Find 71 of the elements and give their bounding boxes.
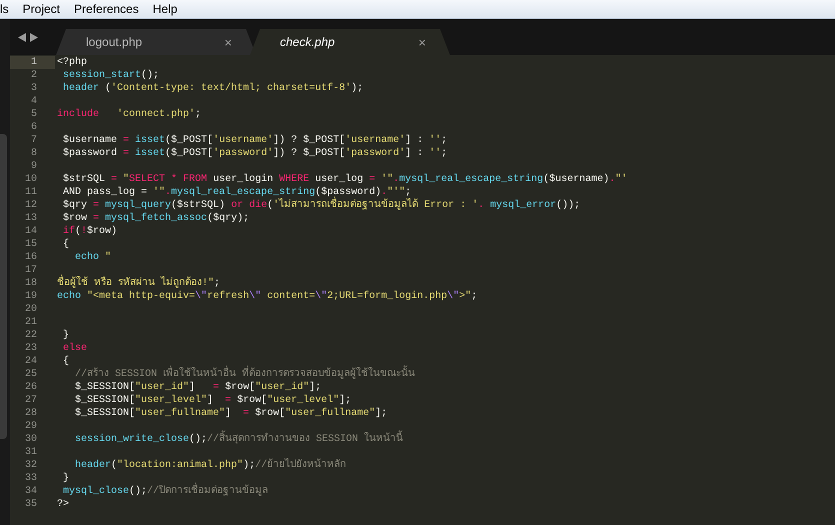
line-number: 30 [24, 433, 38, 446]
code-line: include 'connect.php'; [57, 108, 202, 121]
code-line: } [62, 472, 70, 485]
line-number: 17 [24, 264, 38, 277]
line-number: 26 [24, 381, 38, 394]
line-number: 5 [30, 108, 38, 121]
code-line: echo "<meta http-equiv=\"refresh\" content=\"2;URL=form_login.php\">"; [57, 290, 478, 303]
line-number: 12 [24, 199, 38, 212]
line-number: 27 [24, 394, 38, 407]
line-number: 3 [30, 82, 38, 95]
code-line: mysql_close();//ปิดการเชื่อมต่อฐานข้อมูล [57, 485, 268, 498]
code-line: $_SESSION["user_level"] = $row["user_level"]; [74, 394, 352, 407]
line-number: 6 [30, 121, 38, 134]
code-line: session_start(); [62, 69, 160, 82]
code-line: ?> [57, 498, 70, 511]
code-line: $strSQL = "SELECT * FROM user_login WHERE user_log = '".mysql_real_escape_string($username)."' [62, 173, 628, 186]
line-number: 2 [30, 69, 38, 82]
back-arrow-icon[interactable] [18, 32, 26, 42]
line-number: 19 [24, 290, 38, 303]
close-icon[interactable]: × [418, 34, 426, 50]
line-number: 28 [24, 407, 38, 420]
line-number: 31 [24, 446, 38, 459]
line-number: 29 [24, 420, 38, 433]
menu-item[interactable]: Preferences [68, 2, 147, 16]
menu-item[interactable]: ls [0, 2, 17, 16]
code-line: header ('Content-type: text/html; charset=utf-8'); [62, 82, 364, 95]
code-line: header("location:animal.php");//ย้ายไปยังหน้าหลัก [74, 459, 346, 472]
line-number: 8 [30, 147, 38, 160]
line-number: 35 [24, 498, 38, 511]
line-number: 21 [24, 316, 38, 329]
line-number: 24 [24, 355, 38, 368]
line-number: 7 [30, 134, 38, 147]
line-number: 1 [10, 56, 55, 69]
code-line: echo " [74, 251, 112, 264]
code-line: $username = isset($_POST['username']) ? $_POST['username'] : ''; [62, 134, 448, 147]
code-line: AND pass_log = '".mysql_real_escape_string($password)."'"; [62, 186, 412, 198]
line-number: 22 [24, 329, 38, 342]
code-line: $qry = mysql_query($strSQL) or die('ไม่สามารถเชื่อมต่อฐานข้อมูลได้ Error : '. mysql_error()); [57, 199, 580, 212]
code-line: //สร้าง SESSION เพื่อใช้ในหน้าอื่น ที่ต้องการตรวจสอบข้อมูลผู้ใช้ในขณะนั้น [57, 368, 416, 381]
line-number: 9 [30, 160, 38, 173]
line-number: 32 [24, 459, 38, 472]
code-line: $row = mysql_fetch_assoc($qry); [62, 212, 250, 225]
code-line: $_SESSION["user_id"] = $row["user_id"]; [74, 381, 322, 394]
code-line: } [62, 329, 70, 342]
code-line: { [62, 355, 70, 368]
line-number: 20 [24, 303, 38, 316]
forward-arrow-icon[interactable] [30, 32, 38, 42]
line-number: 4 [30, 95, 38, 108]
code-line: if(!$row) [62, 225, 118, 238]
line-number: 23 [24, 342, 38, 355]
line-number: 18 [24, 277, 38, 290]
code-line: { [62, 238, 70, 251]
code-line: <?php [57, 56, 88, 69]
line-number: 13 [24, 212, 38, 225]
code-line: $password = isset($_POST['password']) ? $_POST['password'] : ''; [62, 147, 448, 160]
code-line: session_write_close();//สิ้นสุดการทำงานของ SESSION ในหน้านี้ [57, 433, 404, 446]
close-icon[interactable]: × [224, 34, 232, 50]
code-line: ชื่อผู้ใช้ หรือ รหัสผ่าน ไม่ถูกต้อง!"; [57, 277, 220, 290]
menu-item[interactable]: Project [16, 2, 68, 16]
line-number: 10 [24, 173, 38, 186]
line-number: 14 [24, 225, 38, 238]
line-number: 33 [24, 472, 38, 485]
line-number: 16 [24, 251, 38, 264]
code-line: $_SESSION["user_fullname"] = $row["user_fullname"]; [74, 407, 388, 420]
file-tab[interactable]: check.php × [250, 29, 450, 55]
line-number: 34 [24, 485, 38, 498]
line-number: 25 [24, 368, 38, 381]
menu-item[interactable]: Help [146, 2, 186, 16]
line-number: 15 [24, 238, 38, 251]
code-line: else [62, 342, 88, 355]
line-number: 11 [24, 186, 38, 199]
